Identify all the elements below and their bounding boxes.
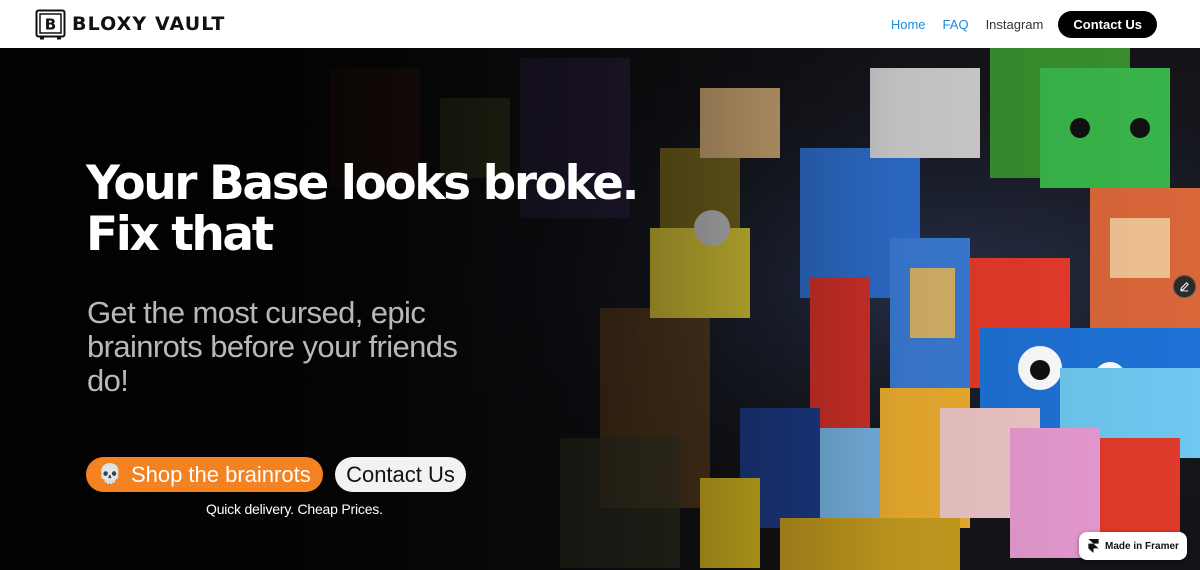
hero-subheading-line3: do!: [87, 363, 129, 398]
shop-brainrots-button[interactable]: 💀 Shop the brainrots: [86, 457, 323, 492]
nav-contact-button[interactable]: Contact Us: [1058, 10, 1157, 38]
nav-link-instagram[interactable]: Instagram: [986, 17, 1044, 32]
vault-logo-icon: B: [35, 9, 66, 39]
hero-subheading-line2: brainrots before your friends: [87, 329, 458, 364]
brand-logo-link[interactable]: B BLOXY VAULT: [35, 9, 225, 40]
pencil-icon: [1180, 282, 1189, 292]
hero-headline-line1: Your Base looks broke.: [86, 156, 639, 211]
shop-brainrots-label: Shop the brainrots: [130, 461, 311, 487]
framer-badge-label: Made in Framer: [1105, 540, 1179, 552]
hero-contact-button[interactable]: Contact Us: [335, 457, 466, 492]
framer-logo-icon: [1088, 539, 1099, 553]
logo-letter: B: [45, 15, 56, 33]
brand-name: BLOXY VAULT: [72, 13, 226, 35]
top-navbar: B BLOXY VAULT Home FAQ Instagram Contact…: [0, 0, 1200, 48]
edit-button[interactable]: [1173, 275, 1196, 298]
nav-link-home[interactable]: Home: [891, 17, 926, 32]
hero-headline-line2: Fix that: [86, 207, 274, 262]
nav-link-faq[interactable]: FAQ: [943, 17, 969, 32]
hero-section: Your Base looks broke. Fix that Get the …: [0, 48, 1200, 570]
hero-subheading: Get the most cursed, epic brainrots befo…: [87, 296, 517, 398]
made-in-framer-badge[interactable]: Made in Framer: [1079, 532, 1187, 560]
hero-subheading-line1: Get the most cursed, epic: [87, 295, 426, 330]
hero-headline: Your Base looks broke. Fix that: [86, 158, 706, 260]
hero-tagline: Quick delivery. Cheap Prices.: [206, 501, 383, 517]
nav-links: Home FAQ Instagram Contact Us: [874, 10, 1157, 38]
skull-icon: 💀: [98, 464, 122, 485]
